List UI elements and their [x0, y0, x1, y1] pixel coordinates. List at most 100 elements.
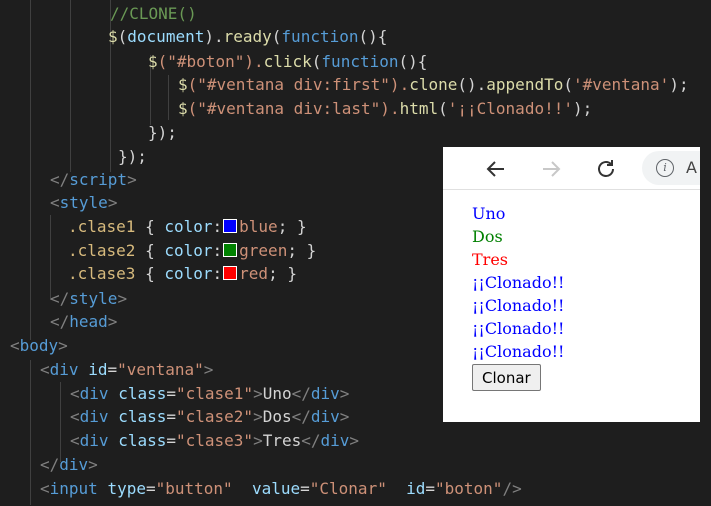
code-token: id [406, 479, 426, 498]
code-token: class [118, 384, 167, 403]
code-token: > [253, 407, 263, 426]
color-swatch[interactable] [223, 219, 238, 233]
browser-toolbar: i A [443, 147, 700, 190]
code-line: $("#ventana div:last").html('¡¡Clonado!!… [178, 97, 592, 120]
code-token: </ [291, 384, 311, 403]
code-token: '¡¡Clonado!!' [447, 99, 573, 118]
code-line: </head> [50, 310, 117, 333]
code-token: : [212, 217, 223, 236]
code-token: }); [118, 147, 147, 166]
page-line-dos: Dos [472, 227, 503, 246]
color-swatch[interactable] [223, 243, 238, 257]
code-token: color [164, 217, 213, 236]
code-token: ; } [268, 264, 297, 283]
code-token: > [349, 431, 360, 450]
page-line-tres: Tres [472, 250, 508, 269]
indent-guide [70, 0, 71, 172]
code-token: div [79, 384, 109, 403]
code-token: </ [50, 312, 70, 331]
reload-icon[interactable] [589, 152, 623, 186]
code-token: ( [311, 52, 322, 71]
code-line: //CLONE() [110, 2, 197, 25]
address-text: A [686, 158, 697, 177]
code-token: "boton" [435, 479, 503, 498]
color-swatch[interactable] [223, 266, 238, 280]
code-token: id [88, 360, 108, 379]
code-token: style [69, 289, 118, 308]
code-token: color [164, 264, 213, 283]
code-token: </ [291, 407, 311, 426]
code-line: </style> [50, 287, 127, 310]
code-token: < [70, 431, 80, 450]
code-token: > [339, 407, 350, 426]
code-token: </ [50, 170, 70, 189]
code-token: div [49, 360, 79, 379]
indent-guide [30, 360, 31, 505]
indent-guide [168, 75, 169, 120]
page-line-clonado: ¡¡Clonado!! [472, 342, 565, 361]
code-token: /> [502, 479, 522, 498]
code-token: click [263, 52, 312, 71]
code-token: "clase2" [176, 407, 254, 426]
code-line: </script> [50, 168, 137, 191]
code-token: "). [380, 75, 410, 94]
page-line-uno: Uno [472, 204, 506, 223]
page-content: Uno Dos Tres ¡¡Clonado!! ¡¡Clonado!! ¡¡C… [472, 202, 564, 391]
code-token: head [69, 312, 108, 331]
code-token: (" [187, 75, 207, 94]
code-token: > [253, 384, 263, 403]
code-token: : [212, 241, 223, 260]
code-token: > [339, 384, 350, 403]
code-token: div [59, 455, 89, 474]
code-token: < [70, 384, 80, 403]
code-token: ); [572, 99, 593, 118]
code-token: body [19, 336, 59, 355]
code-token: </ [301, 431, 321, 450]
code-token: </ [40, 455, 60, 474]
code-token: "). [370, 99, 400, 118]
info-icon[interactable]: i [656, 159, 674, 177]
css-rule: .clase2 { color: green; } [68, 239, 316, 262]
code-token: .clase1 [68, 217, 136, 236]
code-token: ( [271, 27, 282, 46]
code-token: Uno [262, 384, 292, 403]
code-token: > [117, 289, 128, 308]
code-token: red [239, 264, 269, 283]
code-token: div [310, 407, 340, 426]
code-line: <div class="clase2">Dos</div> [70, 405, 349, 428]
code-token: class [118, 431, 167, 450]
code-token: $ [178, 75, 188, 94]
code-token: Dos [262, 407, 292, 426]
code-token: #boton [176, 52, 235, 71]
code-line: <div class="clase3">Tres</div> [70, 429, 359, 452]
code-token: }); [148, 123, 177, 142]
code-token: div [320, 431, 350, 450]
code-token: ready [223, 27, 272, 46]
code-token: #ventana div:last [206, 99, 371, 118]
indent-guide [30, 0, 31, 340]
code-token: .clase2 [68, 241, 136, 260]
code-token: < [70, 407, 80, 426]
code-token: { [135, 264, 165, 283]
code-line: <div id="ventana"> [40, 358, 213, 381]
code-line: <style> [50, 191, 117, 214]
code-token: = [145, 479, 156, 498]
code-token: "Clonar" [309, 479, 387, 498]
back-arrow-icon[interactable] [479, 152, 513, 186]
code-token: ( [117, 27, 128, 46]
code-token: div [310, 384, 340, 403]
code-token: function [321, 52, 399, 71]
code-token: (). [457, 75, 487, 94]
code-token: input [49, 479, 98, 498]
code-token: $ [108, 27, 118, 46]
code-token: = [107, 360, 118, 379]
clonar-button[interactable]: Clonar [472, 364, 541, 391]
code-token: script [69, 170, 128, 189]
code-token: "clase1" [176, 384, 254, 403]
forward-arrow-icon[interactable] [534, 152, 568, 186]
address-bar[interactable]: i A [642, 151, 700, 185]
code-token: "). [234, 52, 264, 71]
code-token: > [107, 312, 118, 331]
code-token: ; } [287, 241, 317, 260]
reload-arrow-icon [598, 160, 614, 177]
